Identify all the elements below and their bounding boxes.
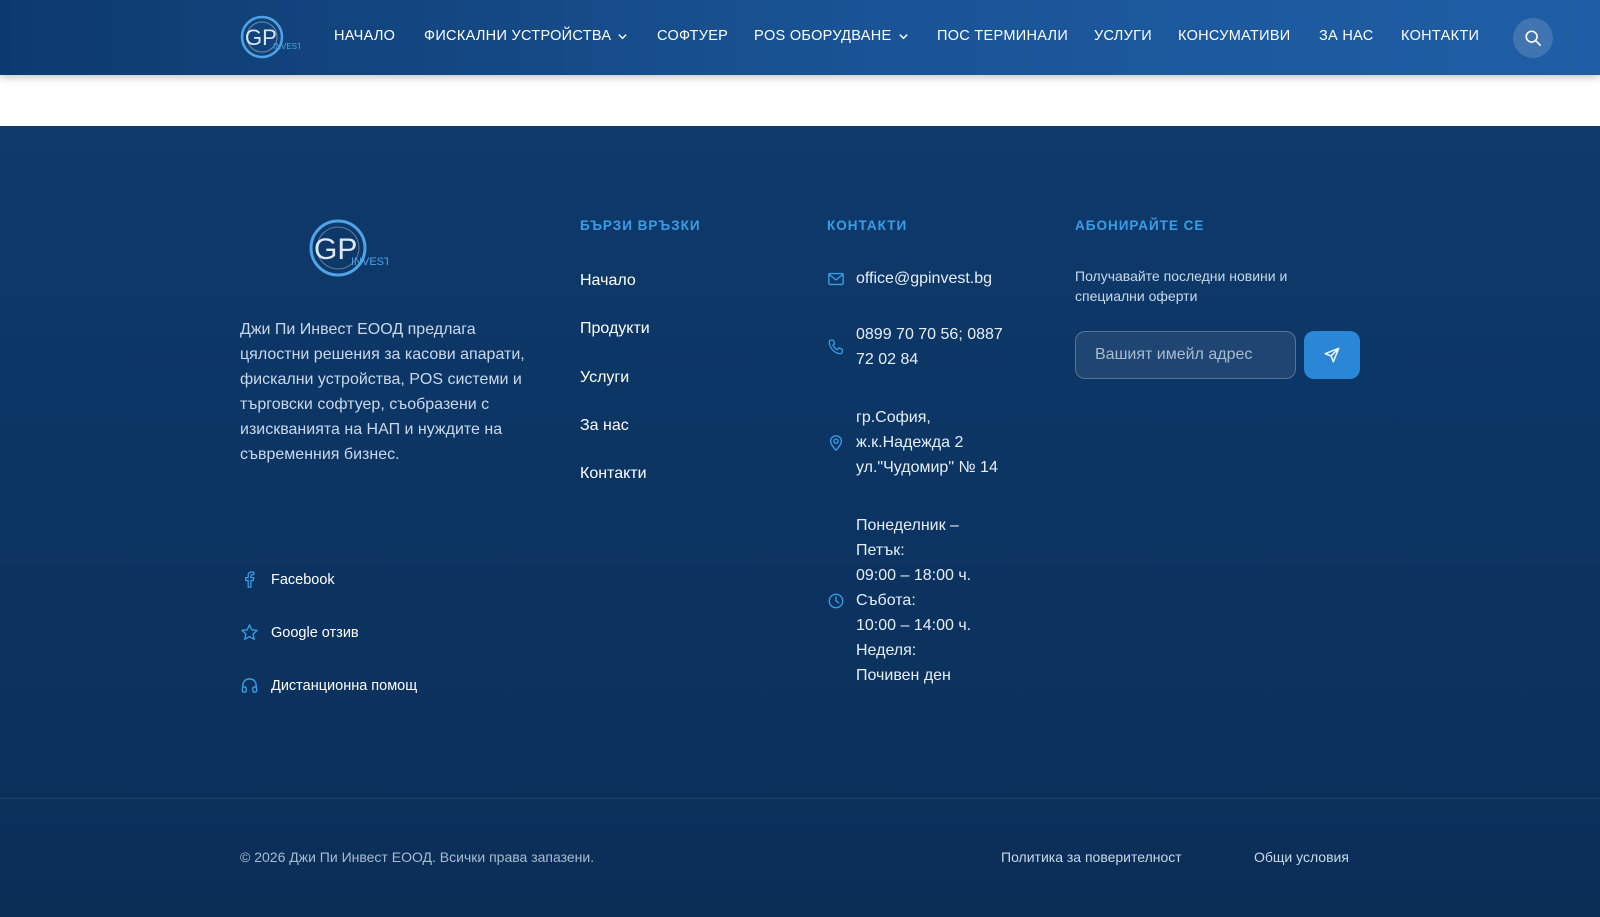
- nav-item-fiscal-devices[interactable]: ФИСКАЛНИ УСТРОЙСТВА: [424, 28, 628, 44]
- main-nav: НАЧАЛО ФИСКАЛНИ УСТРОЙСТВА СОФТУЕР POS О…: [0, 0, 1600, 75]
- content-area: [0, 75, 1600, 126]
- subscribe-description: Получавайте последни новини и специални …: [1075, 268, 1288, 304]
- phone-line: 0899 70 70 56; 0887: [856, 326, 1003, 343]
- nav-item-pos-terminals[interactable]: ПОС ТЕРМИНАЛИ: [937, 28, 1068, 44]
- company-description: Джи Пи Инвест ЕООД предлага цялостни реш…: [240, 321, 525, 463]
- nav-label: УСЛУГИ: [1094, 28, 1153, 44]
- headphones-icon: [241, 678, 258, 693]
- address-text: гр.София, ж.к.Надежда 2 ул."Чудомир" № 1…: [856, 405, 998, 480]
- send-icon: [1324, 347, 1340, 363]
- svg-text:INVEST: INVEST: [351, 256, 388, 268]
- phone-icon: [827, 338, 845, 356]
- contact-phone[interactable]: 0899 70 70 56; 0887 72 02 84: [827, 322, 1003, 372]
- hours-line: Събота:: [856, 592, 916, 609]
- chevron-down-icon: [898, 31, 909, 42]
- contact-address: гр.София, ж.к.Надежда 2 ул."Чудомир" № 1…: [827, 405, 998, 480]
- hours-line: Неделя:: [856, 642, 917, 659]
- quick-link-services[interactable]: Услуги: [580, 369, 629, 387]
- nav-label: НАЧАЛО: [334, 28, 396, 44]
- nav-item-consumables[interactable]: КОНСУМАТИВИ: [1178, 28, 1291, 44]
- hours-line: 10:00 – 14:00 ч.: [856, 617, 972, 634]
- clock-icon: [827, 592, 845, 610]
- nav-label: КОНТАКТИ: [1401, 28, 1480, 44]
- mail-icon: [827, 270, 845, 288]
- social-link-remote-help[interactable]: Дистанционна помощ: [240, 676, 417, 695]
- quick-link-home[interactable]: Начало: [580, 272, 636, 290]
- star-icon: [241, 624, 258, 641]
- social-label: Google отзив: [271, 624, 359, 641]
- contact-email[interactable]: office@gpinvest.bg: [827, 266, 992, 291]
- email-text: office@gpinvest.bg: [856, 270, 993, 287]
- nav-label: КОНСУМАТИВИ: [1178, 28, 1291, 44]
- contacts-title: КОНТАКТИ: [827, 218, 908, 233]
- newsletter-email-input[interactable]: [1075, 331, 1296, 379]
- nav-label: ЗА НАС: [1319, 28, 1374, 44]
- map-pin-icon: [827, 434, 845, 452]
- hours-text: Понеделник – Петък: 09:00 – 18:00 ч. Съб…: [856, 513, 971, 688]
- facebook-icon: [245, 571, 255, 588]
- search-icon: [1525, 30, 1542, 47]
- hours-line: Понеделник –: [856, 517, 959, 534]
- site-footer: GP INVEST Джи Пи Инвест ЕООД предлага ця…: [0, 126, 1600, 917]
- nav-item-pos-equipment[interactable]: POS ОБОРУДВАНЕ: [754, 28, 909, 44]
- footer-divider: [0, 798, 1600, 799]
- address-line: гр.София,: [856, 409, 931, 426]
- nav-item-about[interactable]: ЗА НАС: [1319, 28, 1374, 44]
- nav-item-software[interactable]: СОФТУЕР: [657, 28, 728, 44]
- quick-links-title: БЪРЗИ ВРЪЗКИ: [580, 218, 701, 233]
- search-button[interactable]: [1513, 18, 1553, 58]
- contact-hours: Понеделник – Петък: 09:00 – 18:00 ч. Съб…: [827, 513, 971, 688]
- subscribe-title: АБОНИРАЙТЕ СЕ: [1075, 218, 1205, 233]
- nav-label: POS ОБОРУДВАНЕ: [754, 28, 892, 44]
- address-line: ж.к.Надежда 2: [856, 434, 964, 451]
- nav-label: ПОС ТЕРМИНАЛИ: [937, 28, 1069, 44]
- nav-item-contacts[interactable]: КОНТАКТИ: [1401, 28, 1479, 44]
- footer-logo[interactable]: GP INVEST: [308, 218, 388, 278]
- social-label: Дистанционна помощ: [271, 677, 418, 694]
- quick-link-products[interactable]: Продукти: [580, 320, 650, 338]
- social-link-google-review[interactable]: Google отзив: [240, 623, 359, 642]
- subscribe-send-button[interactable]: [1304, 331, 1360, 379]
- site-header: GP INVEST НАЧАЛО ФИСКАЛНИ УСТРОЙСТВА СОФ…: [0, 0, 1600, 75]
- nav-item-services[interactable]: УСЛУГИ: [1094, 28, 1152, 44]
- hours-line: 09:00 – 18:00 ч.: [856, 567, 972, 584]
- address-line: ул."Чудомир" № 14: [856, 459, 998, 476]
- copyright-text: © 2026 Джи Пи Инвест ЕООД. Всички права …: [240, 849, 595, 865]
- nav-label: СОФТУЕР: [657, 28, 729, 44]
- hours-line: Петък:: [856, 542, 905, 559]
- phone-line: 72 02 84: [856, 351, 919, 368]
- nav-label: ФИСКАЛНИ УСТРОЙСТВА: [424, 28, 612, 44]
- phone-text: 0899 70 70 56; 0887 72 02 84: [856, 322, 1003, 372]
- chevron-down-icon: [617, 31, 628, 42]
- terms-link[interactable]: Общи условия: [1254, 849, 1349, 865]
- privacy-policy-link[interactable]: Политика за поверителност: [1001, 849, 1182, 865]
- nav-item-home[interactable]: НАЧАЛО: [334, 28, 395, 44]
- quick-link-contacts[interactable]: Контакти: [580, 465, 647, 483]
- quick-link-about[interactable]: За нас: [580, 417, 629, 435]
- social-link-facebook[interactable]: Facebook: [240, 570, 335, 589]
- hours-line: Почивен ден: [856, 667, 951, 684]
- social-label: Facebook: [271, 571, 335, 588]
